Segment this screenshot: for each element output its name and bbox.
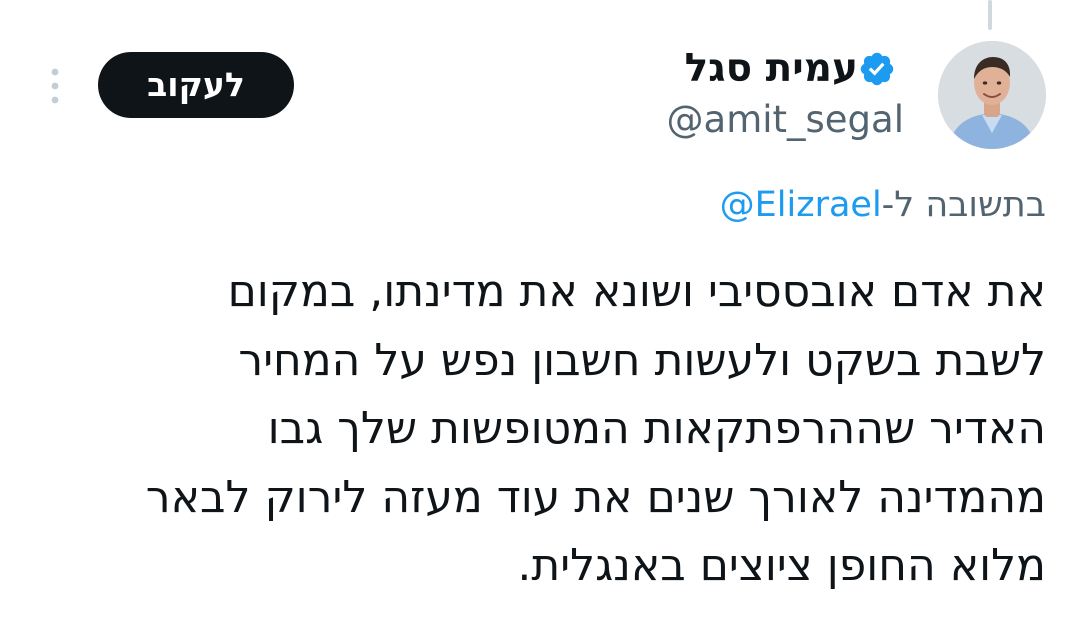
vertical-dots-icon[interactable]: [44, 66, 66, 106]
author-handle[interactable]: @amit_segal: [667, 96, 904, 144]
tweet-line: מהמדינה לאורך שנים את עוד מעזה לירוק לבא…: [145, 471, 1046, 523]
author-avatar[interactable]: [938, 41, 1046, 149]
tweet-line: לשבת בשקט ולעשות חשבון נפש על המחיר: [238, 334, 1046, 386]
reply-mention-link[interactable]: @Elizrael: [720, 185, 882, 225]
tweet-body: את אדם אובססיבי ושונא את מדינתו, במקום ל…: [66, 258, 1046, 601]
profile-photo-icon: [938, 41, 1046, 149]
replying-to-label: בתשובה ל-: [881, 185, 1046, 225]
verified-badge-icon[interactable]: [858, 50, 896, 88]
follow-button[interactable]: לעקוב: [98, 52, 294, 118]
tweet-line: מלוא החופן ציוצים באנגלית.: [517, 540, 1046, 591]
author-display-name[interactable]: עמית סגל: [685, 44, 858, 94]
thread-connector-line: [988, 0, 992, 30]
tweet-line: האדיר שההרפתקאות המטופשות שלך גבו: [267, 403, 1046, 454]
replying-to-row: בתשובה ל-@Elizrael: [720, 182, 1046, 228]
tweet-line: את אדם אובססיבי ושונא את מדינתו, במקום: [227, 266, 1046, 317]
author-name-row: עמית סגל: [685, 44, 904, 94]
